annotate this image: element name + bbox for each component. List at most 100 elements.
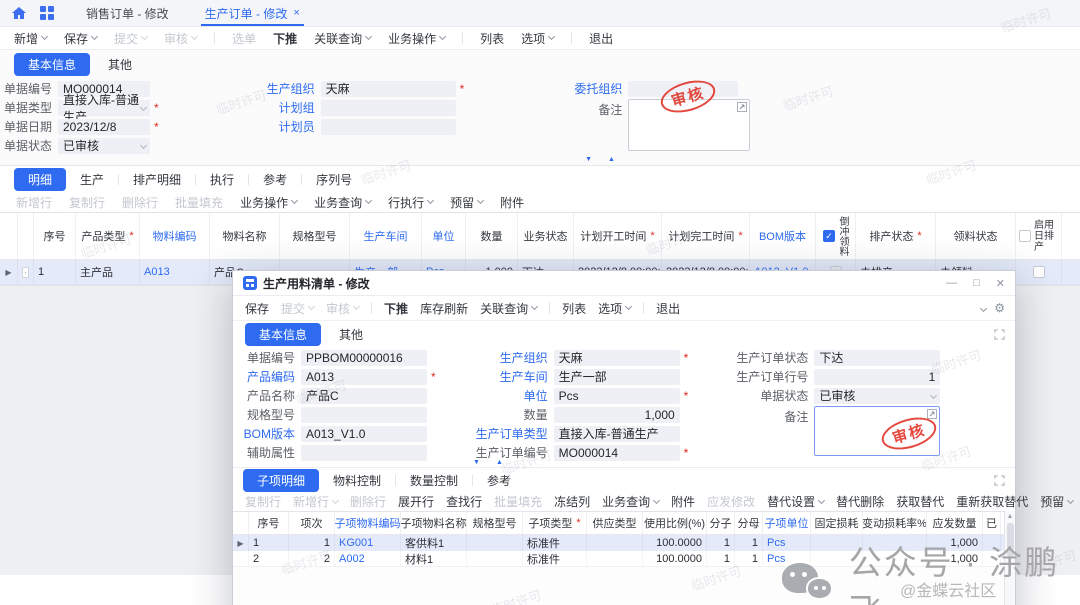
col-sub-code[interactable]: 子项物料编码	[335, 512, 401, 534]
get-substitute-button[interactable]: 获取替代	[896, 493, 944, 510]
apps-grid-icon[interactable]	[36, 0, 68, 26]
tab-basic-info[interactable]: 基本信息	[245, 323, 321, 346]
reserve-button[interactable]: 预留	[1040, 493, 1073, 510]
cell-supply-type[interactable]	[587, 551, 643, 566]
col-denominator[interactable]: 分母	[735, 512, 763, 534]
col-ratio[interactable]: 使用比例(%)	[643, 512, 707, 534]
home-icon[interactable]	[0, 0, 36, 26]
field-label-link[interactable]: 计划员	[255, 118, 315, 135]
doc-status-select[interactable]: 已审核	[58, 138, 150, 154]
substitute-setting-button[interactable]: 替代设置	[767, 493, 824, 510]
qty-field[interactable]: 1,000	[554, 407, 680, 423]
options-button[interactable]: 选项	[521, 30, 554, 47]
cell-fixed-loss[interactable]	[811, 551, 863, 566]
mo-no-field[interactable]: MO000014	[554, 445, 680, 461]
vertical-scrollbar[interactable]: ▲	[1004, 511, 1015, 605]
grid-row[interactable]: 2 2 A002 材料1 标准件 100.0000 1 1 Pcs 1,000	[233, 551, 1015, 567]
cell-ratio[interactable]: 100.0000	[643, 551, 707, 566]
field-label-link[interactable]: 单位	[472, 387, 548, 404]
col-picking-status[interactable]: 领料状态	[936, 213, 1016, 259]
tab-sales-order[interactable]: 销售订单 - 修改	[68, 0, 187, 26]
substitute-delete-button[interactable]: 替代删除	[836, 493, 884, 510]
col-unit[interactable]: 单位	[422, 213, 466, 259]
save-button[interactable]: 保存	[64, 30, 97, 47]
cell-seq[interactable]: 1	[249, 535, 289, 551]
tab-execute[interactable]: 执行	[198, 169, 246, 190]
tab-basic-info[interactable]: 基本信息	[14, 53, 90, 76]
reget-substitute-button[interactable]: 重新获取替代	[956, 493, 1028, 510]
cell-sub-name[interactable]: 材料1	[401, 551, 467, 566]
new-button[interactable]: 新增	[14, 30, 47, 47]
tab-material-control[interactable]: 物料控制	[321, 470, 393, 491]
unit-field[interactable]: Pcs	[554, 388, 680, 404]
stock-refresh-button[interactable]: 库存刷新	[420, 300, 468, 317]
spec-field[interactable]	[301, 407, 427, 423]
col-prod-type[interactable]: 产品类型*	[76, 213, 140, 259]
col-line[interactable]: 项次	[289, 512, 335, 534]
push-down-button[interactable]: 下推	[384, 300, 408, 317]
col-more[interactable]: 已	[983, 512, 1001, 534]
cell-sub-unit[interactable]: Pcs	[763, 551, 811, 566]
cell-seq[interactable]: 1	[34, 260, 76, 284]
tab-serial[interactable]: 序列号	[304, 169, 364, 190]
col-mat-name[interactable]: 物料名称	[210, 213, 280, 259]
aux-attr-field[interactable]	[301, 445, 427, 461]
gear-icon[interactable]: ⚙	[994, 301, 1005, 315]
row-execute-button[interactable]: 行执行	[388, 194, 433, 211]
col-mat-code[interactable]: 物料编码	[140, 213, 210, 259]
field-label-link[interactable]: 产品编码	[233, 368, 295, 385]
cell-numerator[interactable]: 1	[707, 551, 735, 566]
cell-numerator[interactable]: 1	[707, 535, 735, 551]
tab-schedule-detail[interactable]: 排产明细	[121, 169, 193, 190]
tab-sub-item-detail[interactable]: 子项明细	[243, 469, 319, 492]
scroll-up-icon[interactable]: ▲	[1007, 513, 1014, 520]
prod-org-field[interactable]: 天麻	[554, 350, 680, 366]
cell-sub-name[interactable]: 客供料1	[401, 535, 467, 551]
daily-sched-header-checkbox[interactable]: ✓	[1019, 230, 1031, 242]
field-label-link[interactable]: 委托组织	[566, 80, 622, 97]
col-seq[interactable]: 序号	[249, 512, 289, 534]
business-query-button[interactable]: 业务查询	[602, 493, 659, 510]
field-label-link[interactable]: 生产车间	[472, 368, 548, 385]
prod-name-field[interactable]: 产品C	[301, 388, 427, 404]
col-fixed-loss[interactable]: 固定损耗	[811, 512, 863, 534]
field-label-link[interactable]: 计划组	[255, 99, 315, 116]
col-workshop[interactable]: 生产车间	[350, 213, 422, 259]
field-label-link[interactable]: BOM版本	[233, 425, 295, 442]
col-backflush[interactable]: ✓ 倒冲领料	[816, 213, 856, 259]
expand-row-button[interactable]: 展开行	[398, 493, 434, 510]
maximize-icon[interactable]: □	[973, 277, 980, 290]
field-label-link[interactable]: 生产订单类型	[472, 425, 548, 442]
minimize-icon[interactable]: —	[946, 277, 957, 290]
attachment-button[interactable]: 附件	[671, 493, 695, 510]
reserve-button[interactable]: 预留	[450, 194, 483, 211]
cell-seq[interactable]: 2	[249, 551, 289, 566]
col-plan-start[interactable]: 计划开工时间*	[574, 213, 662, 259]
tab-detail[interactable]: 明细	[14, 168, 66, 191]
cell-var-loss[interactable]	[863, 535, 927, 551]
daily-sched-checkbox[interactable]: ✓	[1033, 266, 1045, 278]
cell-denominator[interactable]: 1	[735, 551, 763, 566]
cell-issue-qty[interactable]: 1,000	[927, 535, 983, 551]
tab-other[interactable]: 其他	[325, 323, 377, 346]
business-op-button[interactable]: 业务操作	[240, 194, 297, 211]
attachment-button[interactable]: 附件	[500, 194, 524, 211]
mo-status-field[interactable]: 下达	[814, 350, 940, 366]
cell-sub-unit[interactable]: Pcs	[763, 535, 811, 551]
find-row-button[interactable]: 查找行	[446, 493, 482, 510]
cell-ratio[interactable]: 100.0000	[643, 535, 707, 551]
cell-fixed-loss[interactable]	[811, 535, 863, 551]
tab-qty-control[interactable]: 数量控制	[398, 470, 470, 491]
close-icon[interactable]: ×	[293, 7, 299, 19]
cell-prod-type[interactable]: 主产品	[76, 260, 140, 284]
col-var-loss[interactable]: 变动损耗率%	[863, 512, 927, 534]
scrollbar-thumb[interactable]	[1007, 523, 1014, 557]
save-button[interactable]: 保存	[245, 300, 269, 317]
related-query-button[interactable]: 关联查询	[480, 300, 537, 317]
cell-supply-type[interactable]	[587, 535, 643, 551]
cell-denominator[interactable]: 1	[735, 535, 763, 551]
mo-line-field[interactable]: 1	[814, 369, 940, 385]
row-grip-icon[interactable]	[22, 267, 29, 278]
list-button[interactable]: 列表	[562, 300, 586, 317]
cell-line[interactable]: 2	[289, 551, 335, 566]
